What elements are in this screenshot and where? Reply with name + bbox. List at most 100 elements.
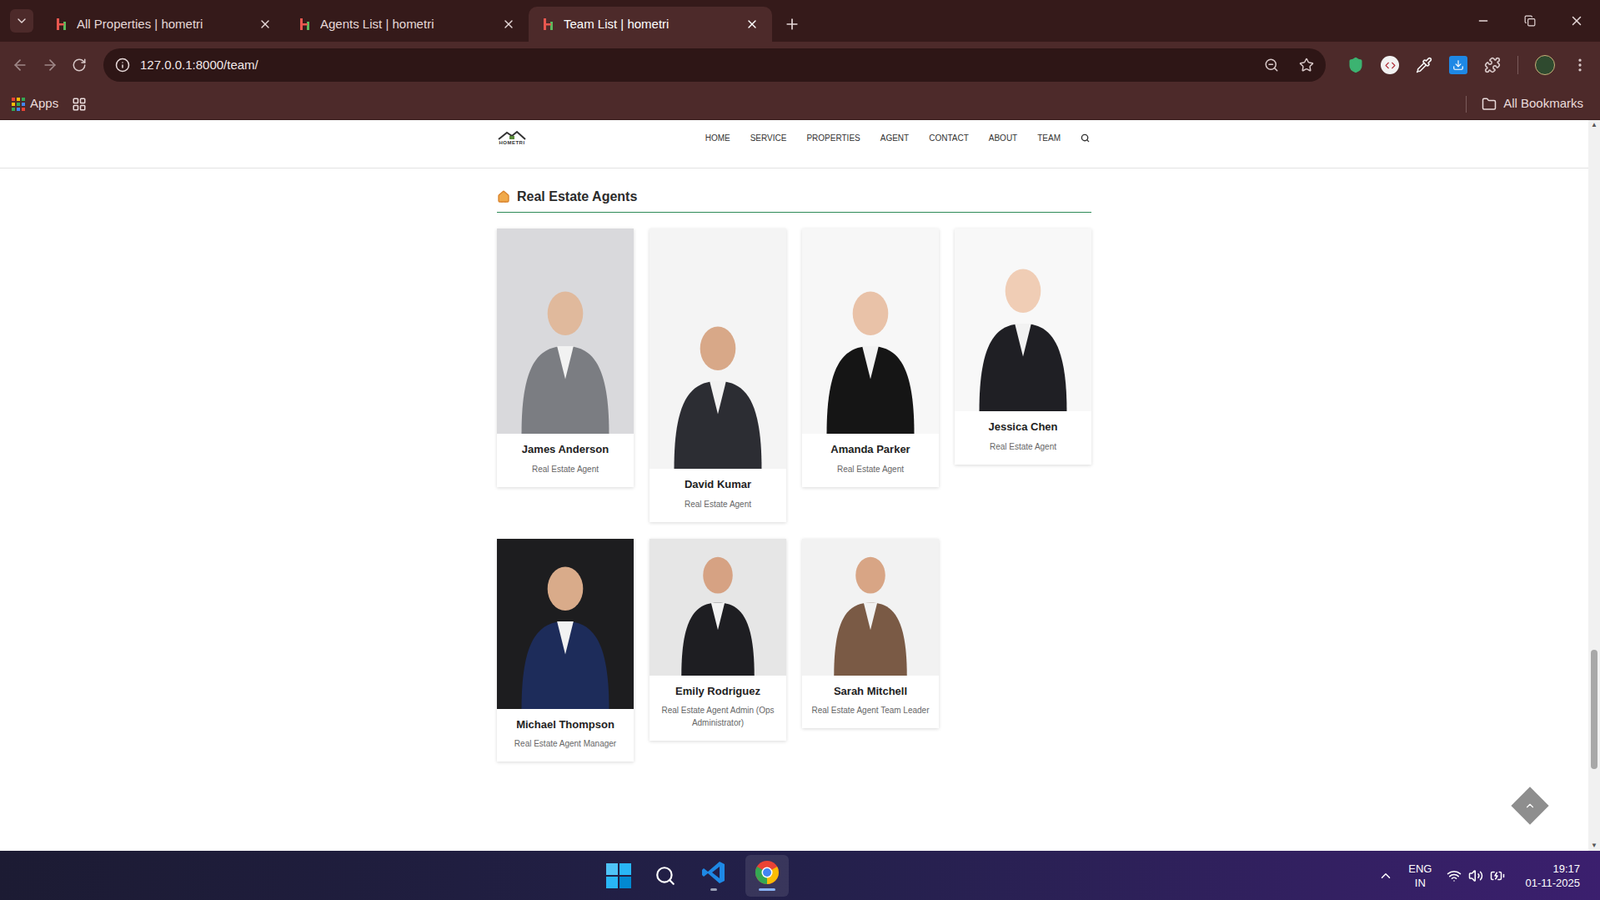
agent-role: Real Estate Agent Admin (Ops Administrat… (649, 703, 787, 729)
agent-card[interactable]: Jessica ChenReal Estate Agent (954, 228, 1092, 465)
restore-icon (1524, 15, 1536, 27)
browser-tab[interactable]: All Properties | hometri (41, 6, 286, 42)
extensions-icon[interactable] (1484, 56, 1501, 74)
agent-role: Real Estate Agent (496, 462, 634, 476)
agent-photo (496, 538, 634, 709)
code-extension-icon[interactable] (1380, 55, 1400, 75)
agent-card[interactable]: Amanda ParkerReal Estate Agent (802, 228, 939, 487)
logo-roof-icon (496, 130, 527, 141)
favicon-icon (298, 17, 312, 31)
close-window-button[interactable] (1553, 0, 1600, 42)
agent-role: Real Estate Agent (954, 440, 1092, 453)
vscode-button[interactable] (695, 855, 733, 896)
agent-card[interactable]: Sarah MitchellReal Estate Agent Team Lea… (802, 538, 939, 729)
browser-tab[interactable]: Team List | hometri (528, 6, 773, 42)
windows-logo-icon (606, 862, 632, 888)
agent-card[interactable]: Michael ThompsonReal Estate Agent Manage… (496, 538, 634, 763)
logo-text: HOMETRI (498, 140, 525, 146)
person-silhouette-icon (649, 538, 787, 676)
browser-tab[interactable]: Agents List | hometri (285, 6, 529, 42)
tab-strip: All Properties | hometriAgents List | ho… (0, 0, 1600, 42)
agent-name: Emily Rodriguez (649, 682, 787, 700)
nav-item[interactable]: AGENT (880, 131, 909, 145)
menu-icon[interactable] (1571, 56, 1589, 74)
page-viewport: HOMETRI HOME SERVICE PROPERTIES AGENT CONTACT… (0, 120, 1600, 851)
close-icon (1569, 13, 1585, 29)
new-tab-button[interactable] (778, 10, 806, 38)
download-extension-icon[interactable] (1449, 55, 1468, 75)
start-button[interactable] (601, 858, 636, 893)
agent-role: Real Estate Agent (649, 497, 787, 511)
arrow-up-icon (1524, 799, 1536, 812)
search-button[interactable] (648, 858, 683, 893)
bookmark-star-icon[interactable] (1299, 57, 1315, 73)
window-controls (1459, 0, 1600, 42)
volume-icon (1468, 867, 1484, 883)
agent-name: Michael Thompson (496, 716, 634, 733)
show-hidden-icons-icon[interactable] (1378, 867, 1394, 883)
person-silhouette-icon (954, 228, 1092, 412)
pipette-extension-icon[interactable] (1415, 56, 1433, 74)
site-logo[interactable]: HOMETRI (496, 130, 527, 146)
zoom-icon[interactable] (1263, 57, 1279, 73)
reload-icon[interactable] (71, 57, 87, 73)
apps-grid-icon (11, 97, 26, 111)
vscode-logo-icon (701, 859, 727, 885)
nav-item[interactable]: HOME (705, 131, 731, 145)
bookmark-label: Apps (30, 94, 59, 114)
site-info-icon[interactable] (115, 57, 131, 73)
shield-extension-icon[interactable] (1347, 56, 1365, 74)
quick-settings[interactable] (1446, 867, 1505, 883)
nav-item[interactable]: ABOUT (988, 131, 1018, 145)
agent-photo (802, 228, 939, 434)
search-icon (654, 864, 677, 887)
nav-item[interactable]: PROPERTIES (806, 131, 860, 145)
agent-card[interactable]: James Anderson Real Estate Agent (496, 228, 634, 487)
scrollbar[interactable]: ▲▼ (1588, 120, 1600, 851)
address-bar[interactable]: 127.0.0.1:8000/team/ (103, 48, 1326, 82)
agent-role: Real Estate Agent Team Leader (802, 703, 939, 717)
nav-item[interactable]: TEAM (1037, 131, 1061, 145)
main-nav: HOME SERVICE PROPERTIES AGENT CONTACT ABOUT TE… (705, 130, 1090, 145)
agent-photo (954, 228, 1092, 412)
page: HOMETRI HOME SERVICE PROPERTIES AGENT CONTACT… (0, 120, 1589, 851)
close-icon[interactable] (745, 17, 759, 31)
house-icon (496, 190, 511, 204)
all-bookmarks[interactable]: All Bookmarks (1481, 94, 1584, 114)
agent-card[interactable]: Emily Rodriguez Real Estate Agent Admin (… (649, 538, 787, 742)
bookmark-item[interactable]: Apps (11, 94, 59, 114)
minimize-icon (1476, 14, 1490, 28)
restore-button[interactable] (1506, 0, 1554, 42)
agent-name: James Anderson (496, 441, 634, 458)
nav-item[interactable]: SERVICE (750, 131, 788, 145)
all-bookmarks-label: All Bookmarks (1503, 94, 1584, 114)
taskbar-apps (601, 854, 789, 897)
favicon-icon (541, 17, 556, 31)
scroll-top-button[interactable] (1510, 786, 1549, 824)
person-silhouette-icon (802, 228, 939, 434)
agents-grid: James AndersonReal Estate AgentDavid Kum… (496, 228, 1092, 762)
scrollbar-thumb[interactable] (1590, 649, 1598, 769)
back-icon[interactable] (11, 56, 29, 74)
battery-icon (1489, 867, 1505, 883)
chevron-down-icon (15, 14, 29, 28)
search-icon[interactable] (1080, 133, 1090, 143)
profile-avatar-icon[interactable] (1534, 55, 1555, 76)
nav-item[interactable]: CONTACT (928, 131, 969, 145)
agent-name: Amanda Parker (802, 441, 939, 458)
person-silhouette-icon (802, 538, 939, 676)
tab-groups-icon[interactable] (71, 96, 87, 112)
section-title: Real Estate Agents (516, 186, 637, 207)
language-indicator[interactable]: ENGIN (1404, 861, 1435, 890)
tab-search-button[interactable] (10, 9, 34, 33)
system-tray: ENGIN 19:1701-11-2025 (1378, 861, 1589, 890)
agent-card[interactable]: David KumarReal Estate Agent (649, 228, 787, 522)
minimize-button[interactable] (1459, 0, 1507, 42)
folder-icon (1481, 96, 1497, 112)
close-icon[interactable] (501, 17, 516, 31)
close-icon[interactable] (258, 17, 272, 31)
clock[interactable]: 19:1701-11-2025 (1524, 861, 1580, 890)
url-text: 127.0.0.1:8000/team/ (140, 55, 1254, 76)
chrome-button[interactable] (745, 854, 789, 897)
forward-icon[interactable] (41, 56, 59, 74)
